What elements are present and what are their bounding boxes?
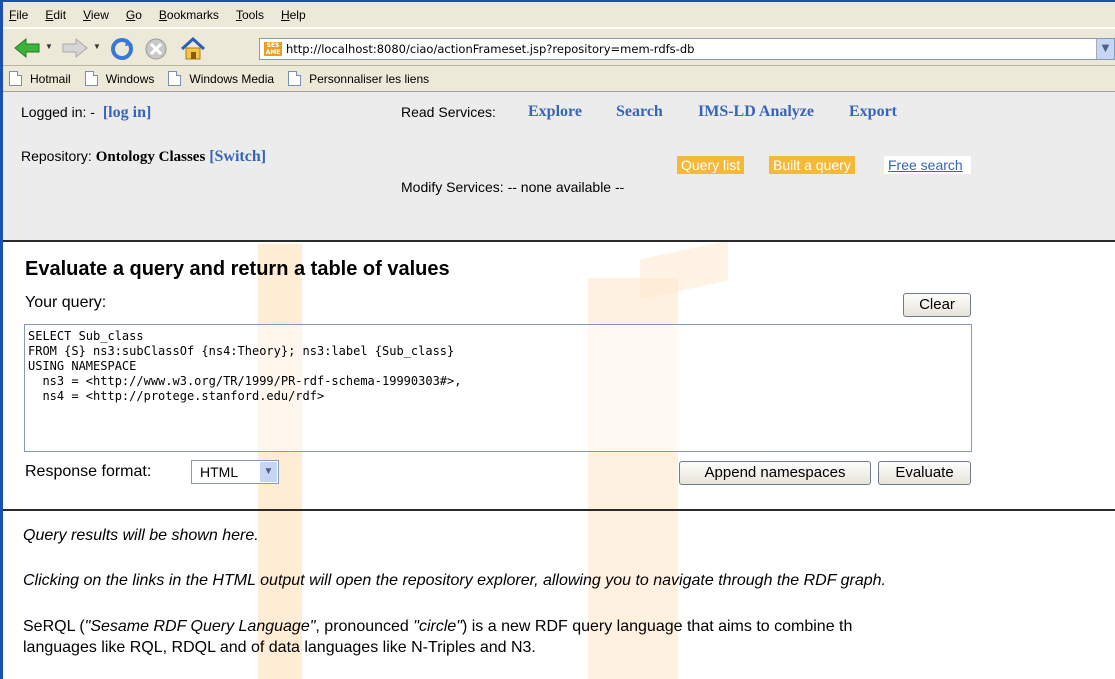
results-frame: Query results will be shown here. Clicki… (3, 513, 1115, 679)
tab-free-search[interactable]: Free search (884, 156, 971, 174)
page-icon (288, 71, 302, 86)
menubar: File Edit View Go Bookmarks Tools Help (3, 2, 1115, 28)
export-link[interactable]: Export (849, 103, 897, 121)
navigation-toolbar: ▼ ▼ SES AME http://localhost:8080/ciao/a… (3, 28, 1115, 66)
links-toolbar: Hotmail Windows Windows Media Personnali… (3, 66, 1115, 92)
back-dropdown-icon[interactable]: ▼ (45, 42, 53, 51)
link-label: Windows Media (189, 71, 275, 86)
page-icon (84, 71, 98, 86)
link-windows[interactable]: Windows (84, 71, 155, 86)
site-favicon-icon: SES AME (264, 42, 282, 56)
home-icon[interactable] (179, 36, 206, 60)
results-explorer-note: Clicking on the links in the HTML output… (23, 572, 886, 589)
back-arrow-icon[interactable] (13, 37, 40, 59)
text: "Sesame RDF Query Language" (84, 618, 316, 635)
tab-query-list[interactable]: Query list (677, 156, 745, 174)
explore-link[interactable]: Explore (528, 103, 582, 121)
logged-in-label: Logged in: - (21, 104, 95, 120)
forward-arrow-icon[interactable] (61, 37, 88, 59)
link-label: Personnaliser les liens (309, 71, 430, 86)
services-frame: Logged in: - [log in] Repository: Ontolo… (3, 92, 1115, 242)
response-format-select[interactable]: HTML ▼ (191, 460, 279, 484)
clear-button[interactable]: Clear (903, 293, 971, 317)
url-text: http://localhost:8080/ciao/actionFramese… (286, 42, 695, 56)
tab-built-a-query[interactable]: Built a query (769, 156, 855, 174)
modify-services-label: Modify Services: -- none available -- (401, 179, 625, 195)
link-label: Hotmail (30, 71, 71, 86)
response-format-label: Response format: (25, 463, 152, 480)
append-namespaces-button[interactable]: Append namespaces (679, 461, 871, 485)
text: SeRQL ( (23, 618, 85, 635)
repository-name: Ontology Classes (95, 149, 206, 165)
login-link[interactable]: [log in] (103, 104, 151, 121)
link-hotmail[interactable]: Hotmail (9, 71, 71, 86)
url-field[interactable]: SES AME http://localhost:8080/ciao/actio… (259, 38, 1115, 60)
ims-ld-analyze-link[interactable]: IMS-LD Analyze (698, 103, 814, 121)
link-label: Windows (105, 71, 155, 86)
query-label: Your query: (25, 294, 107, 311)
menu-edit[interactable]: Edit (45, 8, 66, 22)
serql-description: SeRQL ("Sesame RDF Query Language", pron… (23, 618, 852, 636)
reload-icon[interactable] (109, 37, 133, 60)
link-personnaliser[interactable]: Personnaliser les liens (288, 71, 429, 86)
menu-view[interactable]: View (83, 8, 109, 22)
menu-bookmarks[interactable]: Bookmarks (159, 8, 219, 22)
stop-icon[interactable] (143, 37, 167, 60)
menu-go[interactable]: Go (126, 8, 142, 22)
link-windows-media[interactable]: Windows Media (168, 71, 274, 86)
query-textarea[interactable]: SELECT Sub_class FROM {S} ns3:subClassOf… (24, 324, 972, 452)
query-frame: Evaluate a query and return a table of v… (3, 244, 1115, 511)
text: , pronounced (315, 618, 414, 635)
menu-file[interactable]: File (9, 8, 28, 22)
page-icon (168, 71, 182, 86)
results-placeholder: Query results will be shown here. (23, 527, 259, 544)
evaluate-button[interactable]: Evaluate (878, 461, 971, 485)
menu-tools[interactable]: Tools (236, 8, 264, 22)
read-services-label: Read Services: (401, 104, 496, 120)
menu-help[interactable]: Help (281, 8, 306, 22)
url-dropdown-icon[interactable]: ▼ (1096, 39, 1114, 59)
page-title: Evaluate a query and return a table of v… (25, 258, 450, 280)
serql-description-line2: languages like RQL, RDQL and of data lan… (23, 639, 536, 656)
text: ) is a new RDF query language that aims … (461, 618, 853, 635)
response-format-value: HTML (200, 464, 239, 480)
repository-label: Repository: (21, 148, 92, 164)
search-link[interactable]: Search (616, 103, 663, 121)
page-icon (9, 71, 22, 86)
forward-dropdown-icon[interactable]: ▼ (93, 42, 101, 51)
chevron-down-icon: ▼ (260, 462, 277, 482)
text: "circle" (413, 618, 462, 635)
switch-link[interactable]: [Switch] (209, 148, 266, 165)
